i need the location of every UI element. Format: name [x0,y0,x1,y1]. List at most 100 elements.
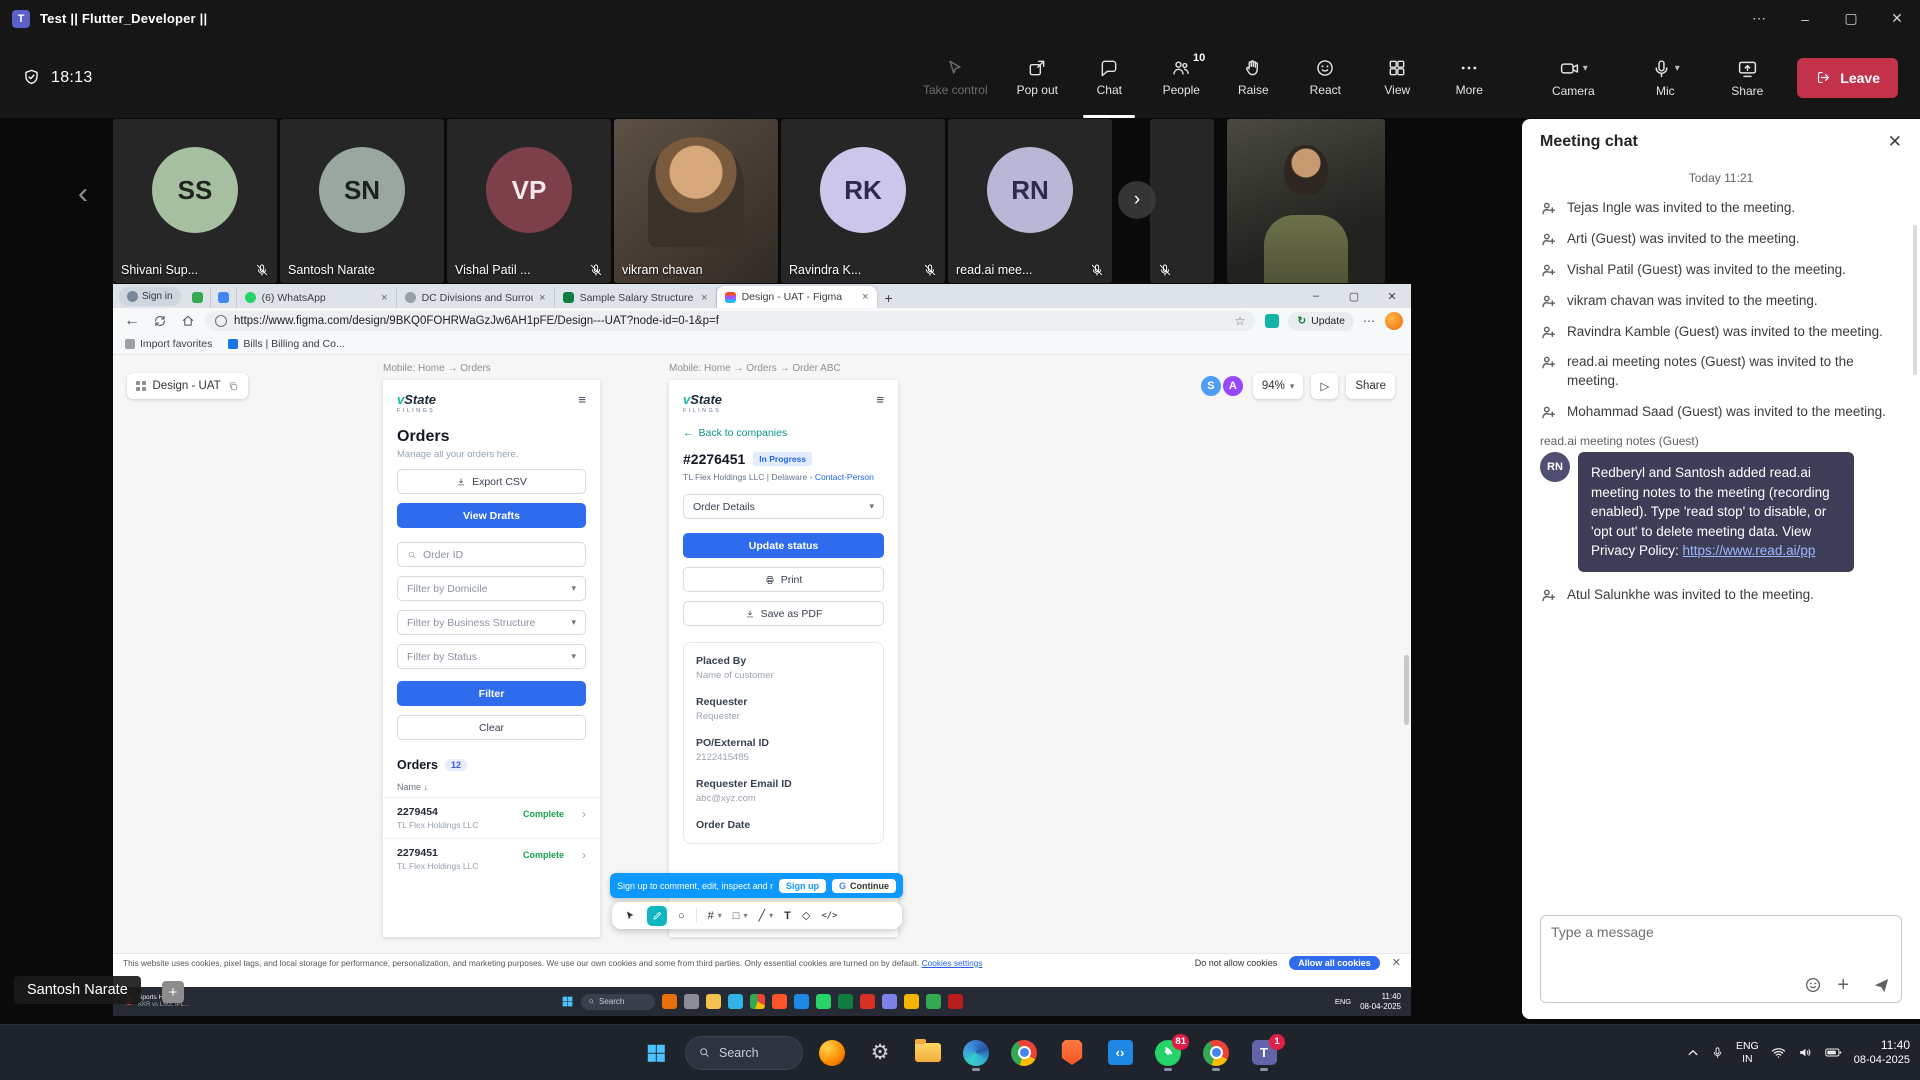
hamburger-icon[interactable]: ≡ [578,392,586,407]
mic-dropdown-icon[interactable]: ▾ [1675,63,1680,74]
order-id-input[interactable]: Order ID [397,542,586,567]
firefox-icon[interactable] [813,1034,851,1072]
deny-cookies-button[interactable]: Do not allow cookies [1195,958,1278,968]
titlebar-more-icon[interactable]: ⋯ [1736,0,1782,37]
favorite-star-icon[interactable]: ☆ [1235,314,1246,328]
scroll-right-icon[interactable]: › [1118,181,1156,219]
file-explorer-icon[interactable] [909,1034,947,1072]
move-tool-icon[interactable] [624,910,636,922]
filter-button[interactable]: Filter [397,681,586,706]
chevron-down-icon[interactable]: ▾ [769,911,773,920]
close-button[interactable]: ✕ [1874,0,1920,37]
browser-tab[interactable]: (6) WhatsApp × [237,287,397,308]
participant-tile[interactable]: vikram chavan [614,119,778,283]
message-input[interactable] [1551,924,1891,940]
app-icon[interactable] [948,994,963,1009]
contact-person-link[interactable]: Contact-Person [815,472,874,482]
app-icon[interactable] [838,994,853,1009]
privacy-policy-link[interactable]: https://www.read.ai/pp [1683,543,1816,558]
browser-tab[interactable]: Sample Salary Structure with cal... × [555,287,717,308]
collaborator-avatar[interactable]: S [1199,374,1223,398]
shape-tool-icon[interactable]: □ [733,910,740,922]
share-screen-button[interactable]: Share [1711,37,1783,118]
tray-mic-icon[interactable] [1711,1046,1724,1059]
chevron-down-icon[interactable]: ▾ [718,911,722,920]
maximize-button[interactable]: ▢ [1828,0,1874,37]
filter-domicile-select[interactable]: Filter by Domicile▾ [397,576,586,601]
language-indicator[interactable]: ENG [1335,997,1351,1006]
filter-structure-select[interactable]: Filter by Business Structure▾ [397,610,586,635]
chat-button[interactable]: Chat [1073,37,1145,118]
mockup-order-detail-frame[interactable]: vState FILINGS ≡ ←Back to companies #227… [669,380,898,937]
canvas-scrollbar[interactable] [1404,655,1409,725]
extension-icon[interactable] [1265,314,1279,328]
filter-status-select[interactable]: Filter by Status▾ [397,644,586,669]
present-button[interactable]: ▷ [1311,373,1338,399]
teams-icon[interactable]: T 1 [1245,1034,1283,1072]
zoom-control[interactable]: 94% ▾ [1253,373,1304,399]
participant-tile-partial[interactable] [1150,119,1214,283]
new-tab-button[interactable]: + [877,287,901,308]
browser-close-button[interactable]: ✕ [1373,284,1411,308]
app-icon[interactable] [882,994,897,1009]
update-status-button[interactable]: Update status [683,533,884,558]
dev-mode-icon[interactable]: </> [821,911,837,921]
taskbar-clock[interactable]: 11:40 08-04-2025 [1854,1038,1910,1068]
chat-message-list[interactable]: Today 11:21 Tejas Ingle was invited to t… [1522,165,1920,899]
people-button[interactable]: 10 People [1145,37,1217,118]
leave-button[interactable]: Leave [1797,58,1898,98]
chat-close-icon[interactable]: ✕ [1888,132,1902,152]
copy-icon[interactable] [228,381,239,392]
tab-close-icon[interactable]: × [381,292,387,304]
message-bubble[interactable]: Redberyl and Santosh added read.ai meeti… [1578,452,1854,572]
whatsapp-icon[interactable]: 81 [1149,1034,1187,1072]
minimize-button[interactable]: – [1782,0,1828,37]
frame-label[interactable]: Mobile: Home → Orders → Order ABC [669,363,841,374]
mic-button[interactable]: ▾ Mic [1619,37,1711,118]
print-button[interactable]: Print [683,567,884,592]
app-icon[interactable] [816,994,831,1009]
hamburger-icon[interactable]: ≡ [876,392,884,407]
view-button[interactable]: View [1361,37,1433,118]
battery-icon[interactable] [1825,1046,1842,1059]
view-drafts-button[interactable]: View Drafts [397,503,586,528]
chrome-profile2-icon[interactable] [1197,1034,1235,1072]
message-input-box[interactable]: + [1540,915,1902,1003]
app-icon[interactable] [684,994,699,1009]
wifi-icon[interactable] [1771,1045,1786,1060]
cookie-settings-link[interactable]: Cookies settings [922,958,983,968]
text-tool-icon[interactable]: T [784,910,791,922]
browser-minimize-button[interactable]: – [1297,284,1335,308]
participant-tile[interactable]: RN read.ai mee... [948,119,1112,283]
order-row[interactable]: 2279451 TL Flex Holdings LLC Complete › [383,838,600,879]
browser-update-button[interactable]: ↻ Update [1288,312,1354,331]
browser-profile-avatar[interactable] [1385,312,1403,330]
hidden-icons-chevron[interactable] [1687,1047,1699,1059]
browser-tab-active[interactable]: Design - UAT - Figma × [717,286,877,308]
react-button[interactable]: React [1289,37,1361,118]
figma-share-button[interactable]: Share [1346,373,1395,399]
browser-profile-chip[interactable]: Sign in [119,287,181,306]
frame-tool-icon[interactable]: # [708,910,714,922]
favorite-bookmark-item[interactable]: Bills | Billing and Co... [228,338,344,350]
tab-close-icon[interactable]: × [701,292,707,304]
app-icon[interactable] [860,994,875,1009]
pinned-tab[interactable] [185,287,211,308]
vscode-icon[interactable]: ‹› [1101,1034,1139,1072]
order-row[interactable]: 2279454 TL Flex Holdings LLC Complete › [383,797,600,838]
raise-hand-button[interactable]: Raise [1217,37,1289,118]
more-button[interactable]: More [1433,37,1505,118]
app-icon[interactable] [926,994,941,1009]
draw-tool-icon[interactable] [647,906,667,926]
collaborator-avatar[interactable]: A [1221,374,1245,398]
cookie-close-icon[interactable]: ✕ [1392,956,1401,969]
app-icon[interactable] [750,994,765,1009]
camera-button[interactable]: ▾ Camera [1527,37,1619,118]
app-icon[interactable] [772,994,787,1009]
scroll-left-icon[interactable]: ‹ [78,177,88,211]
comment-tool-icon[interactable]: ○ [678,910,685,922]
app-icon[interactable] [728,994,743,1009]
participant-tile[interactable]: SS Shivani Sup... [113,119,277,283]
language-switcher[interactable]: ENG IN [1736,1040,1759,1065]
tab-close-icon[interactable]: × [862,291,868,303]
